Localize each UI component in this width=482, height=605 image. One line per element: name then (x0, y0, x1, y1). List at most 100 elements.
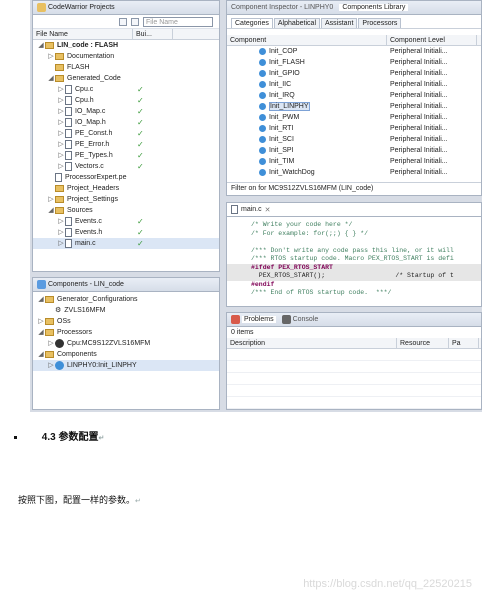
filter-input[interactable]: File Name (143, 16, 213, 27)
tree-item[interactable]: ⚙ ZVLS16MFM (33, 305, 219, 316)
component-row[interactable]: Init_IRQ Peripheral Initiali... (227, 90, 481, 101)
tree-item[interactable]: ▷ IO_Map.h ✓ (33, 117, 219, 128)
component-column[interactable]: Component (227, 35, 387, 45)
expand-toggle-icon[interactable]: ▷ (47, 194, 55, 205)
component-icon (259, 113, 266, 121)
tree-item[interactable]: ▷ Documentation (33, 51, 219, 62)
component-row[interactable]: Init_GPIO Peripheral Initiali... (227, 68, 481, 79)
tree-item[interactable]: ▷ Cpu.h ✓ (33, 95, 219, 106)
expand-toggle-icon[interactable]: ▷ (57, 139, 65, 150)
subtab-processors[interactable]: Processors (358, 18, 402, 28)
problems-tabbar: Problems Console (227, 313, 481, 327)
path-column[interactable]: Pa (449, 338, 479, 348)
expand-toggle-icon[interactable]: ▷ (47, 360, 55, 371)
component-row[interactable]: Init_WatchDog Peripheral Initiali... (227, 167, 481, 178)
tree-item[interactable]: ▷ main.c ✓ (33, 238, 219, 249)
component-row[interactable]: Init_FLASH Peripheral Initiali... (227, 57, 481, 68)
tree-item[interactable]: ◢ Generated_Code (33, 73, 219, 84)
component-row[interactable]: Init_IIC Peripheral Initiali... (227, 79, 481, 90)
expand-toggle-icon[interactable]: ◢ (37, 294, 45, 305)
problems-tab[interactable]: Problems (242, 316, 276, 323)
link-editor-icon[interactable] (131, 17, 139, 26)
expand-toggle-icon[interactable]: ▷ (57, 117, 65, 128)
component-row[interactable]: Init_SPI Peripheral Initiali... (227, 145, 481, 156)
tree-item[interactable]: ▷ Events.c ✓ (33, 216, 219, 227)
expand-toggle-icon[interactable]: ◢ (47, 73, 55, 84)
tree-item[interactable]: FLASH (33, 62, 219, 73)
expand-toggle-icon[interactable]: ▷ (57, 106, 65, 117)
expand-toggle-icon[interactable]: ▷ (57, 161, 65, 172)
component-library-panel: Component Inspector - LINPHY0 Components… (226, 0, 482, 196)
tree-item[interactable]: ▷ Project_Settings (33, 194, 219, 205)
tree-item[interactable]: Project_Headers (33, 183, 219, 194)
tree-item[interactable]: ▷ Cpu.c ✓ (33, 84, 219, 95)
component-level-cell: Peripheral Initiali... (390, 125, 448, 132)
editor-tabbar: main.c ✕ (227, 203, 481, 217)
subtab-alphabetical[interactable]: Alphabetical (273, 18, 320, 28)
component-level-cell: Peripheral Initiali... (390, 169, 448, 176)
tree-item[interactable]: ▷ PE_Types.h ✓ (33, 150, 219, 161)
component-level-column[interactable]: Component Level (387, 35, 477, 45)
file-icon (65, 84, 72, 94)
component-row[interactable]: Init_RTI Peripheral Initiali... (227, 123, 481, 134)
expand-toggle-icon[interactable]: ▷ (57, 227, 65, 238)
expand-toggle-icon[interactable]: ▷ (47, 338, 55, 349)
tree-item[interactable]: ▷ LINPHY0:Init_LINPHY (33, 360, 219, 371)
tree-item[interactable]: ◢ Components (33, 349, 219, 360)
component-row[interactable]: Init_COP Peripheral Initiali... (227, 46, 481, 57)
project-explorer-tab[interactable]: CodeWarrior Projects (33, 1, 219, 15)
tree-item-label: Documentation (67, 53, 115, 60)
expand-toggle-icon[interactable]: ▷ (47, 51, 55, 62)
expand-toggle-icon[interactable]: ▷ (57, 95, 65, 106)
expand-toggle-icon[interactable]: ▷ (57, 216, 65, 227)
subtab-categories[interactable]: Categories (231, 18, 273, 28)
tree-item[interactable]: ◢ Generator_Configurations (33, 294, 219, 305)
resource-column[interactable]: Resource (397, 338, 449, 348)
tree-item[interactable]: ProcessorExpert.pe (33, 172, 219, 183)
tree-item[interactable]: ◢ Processors (33, 327, 219, 338)
close-icon[interactable]: ✕ (265, 206, 271, 214)
component-level-cell: Peripheral Initiali... (390, 136, 448, 143)
tree-item[interactable]: ▷ Events.h ✓ (33, 227, 219, 238)
expand-toggle-icon[interactable]: ▷ (57, 128, 65, 139)
tree-item[interactable]: ▷ PE_Const.h ✓ (33, 128, 219, 139)
tree-item[interactable]: ▷ Vectors.c ✓ (33, 161, 219, 172)
code-line: /*** Don't write any code pass this line… (251, 246, 454, 254)
component-row[interactable]: Init_PWM Peripheral Initiali... (227, 112, 481, 123)
code-area[interactable]: /* Write your code here *//* For example… (227, 217, 481, 298)
build-column[interactable]: Bui... (133, 29, 173, 39)
component-row[interactable]: Init_SCI Peripheral Initiali... (227, 134, 481, 145)
description-column[interactable]: Description (227, 338, 397, 348)
tree-item-label: PE_Error.h (75, 141, 110, 148)
expand-toggle-icon[interactable]: ◢ (47, 205, 55, 216)
collapse-all-icon[interactable] (119, 17, 127, 26)
expand-toggle-icon[interactable]: ◢ (37, 40, 45, 51)
tree-item[interactable]: ▷ Cpu:MC9S12ZVLS16MFM (33, 338, 219, 349)
subtab-assistant[interactable]: Assistant (321, 18, 358, 28)
tree-item[interactable]: ▷ IO_Map.c ✓ (33, 106, 219, 117)
expand-toggle-icon[interactable]: ▷ (37, 316, 45, 327)
tree-item[interactable]: ◢ LIN_code : FLASH (33, 40, 219, 51)
inspector-tab[interactable]: Component Inspector - LINPHY0 (231, 4, 333, 11)
tree-item-label: Components (57, 351, 97, 358)
editor-tab[interactable]: main.c (241, 206, 262, 213)
component-row[interactable]: Init_LINPHY Peripheral Initiali... (227, 101, 481, 112)
component-name-cell: Init_TIM (227, 156, 387, 167)
components-tab[interactable]: Components - LIN_code (33, 278, 219, 292)
expand-toggle-icon[interactable]: ◢ (37, 349, 45, 360)
tree-item[interactable]: ▷ OSs (33, 316, 219, 327)
expand-toggle-icon[interactable]: ▷ (57, 150, 65, 161)
file-name-column[interactable]: File Name (33, 29, 133, 39)
expand-toggle-icon[interactable]: ▷ (57, 84, 65, 95)
library-tab[interactable]: Components Library (339, 4, 409, 11)
build-check-icon: ✓ (137, 239, 144, 248)
console-tab[interactable]: Console (293, 316, 319, 323)
tree-item[interactable]: ▷ PE_Error.h ✓ (33, 139, 219, 150)
expand-toggle-icon[interactable]: ◢ (37, 327, 45, 338)
tree-item[interactable]: ◢ Sources (33, 205, 219, 216)
expand-toggle-icon[interactable]: ▷ (57, 238, 65, 249)
component-row[interactable]: Init_TIM Peripheral Initiali... (227, 156, 481, 167)
component-name-cell: Init_GPIO (227, 68, 387, 79)
problems-icon (231, 315, 240, 324)
